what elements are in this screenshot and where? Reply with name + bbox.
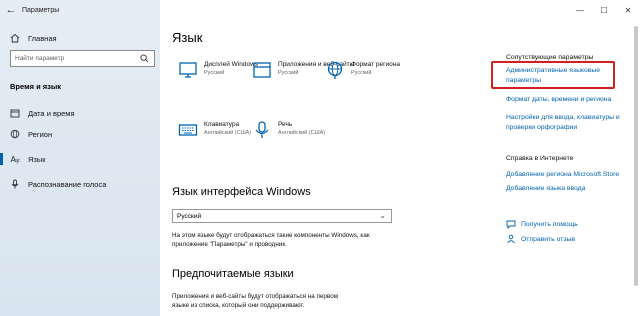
link-line: параметры [506,77,542,84]
microphone-icon [10,179,20,189]
keyboard-icon [178,124,198,136]
sidebar-section-title: Время и язык [10,82,62,91]
tile-label: Формат региона [351,61,400,68]
sidebar-item-speech[interactable]: Распознавание голоса [0,175,160,193]
date-time-region-format-link[interactable]: Формат даты, времени и региона [506,95,611,105]
feedback-person-icon [506,234,516,244]
send-feedback-link[interactable]: Отправить отзыв [506,234,575,244]
search-icon[interactable] [140,54,149,63]
page-title: Язык [172,30,203,45]
tile-label: Дисплей Windows [204,61,259,68]
search-placeholder: Найти параметр [15,55,65,62]
globe-icon [10,129,20,139]
description-line: На этом языке будут отображаться такие к… [172,232,370,239]
dropdown-value: Русский [177,212,202,220]
tile-value: Английский (США) [278,130,326,136]
tile-speech[interactable]: Речь Английский (США) [252,120,325,140]
sidebar-item-date-time[interactable]: Дата и время [0,104,160,122]
tile-value: Русский [351,70,372,76]
interface-language-dropdown[interactable]: Русский ⌄ [172,209,392,223]
sidebar-item-label: Язык [28,154,46,164]
tile-label: Речь [278,121,293,128]
get-help-label: Получить помощь [521,220,578,228]
window-title: Параметры [22,6,60,14]
sidebar-item-language[interactable]: A字 Язык [0,150,160,168]
online-help-heading: Справка в Интернете [506,155,574,162]
tile-keyboard[interactable]: Клавиатура Английский (США) [178,120,251,140]
back-arrow-icon[interactable]: ← [0,0,22,20]
sidebar-item-region[interactable]: Регион [0,125,160,143]
add-input-language-link[interactable]: Добавление языка ввода [506,184,585,194]
send-feedback-label: Отправить отзыв [521,235,575,243]
sidebar-item-label: Распознавание голоса [28,179,107,189]
tile-label: Клавиатура [204,121,240,128]
link-line: Административные языковые [506,67,601,74]
monitor-icon [179,62,197,78]
sidebar-item-label: Дата и время [28,108,75,118]
language-icon: A字 [10,154,21,164]
app-window-icon [253,62,271,78]
description-line: Приложения и веб-сайты будут отображатьс… [172,293,339,300]
get-help-link[interactable]: Получить помощь [506,219,578,229]
tile-windows-display[interactable]: Дисплей Windows Русский [178,60,258,80]
sidebar-item-label: Регион [28,129,53,139]
calendar-clock-icon [10,108,20,118]
nav-home[interactable]: Главная [10,33,57,43]
tile-regional-format[interactable]: Формат региона Русский [325,60,400,80]
chat-bubble-icon [506,219,516,229]
typing-keyboard-spelling-link[interactable]: Настройки для ввода, клавиатуры и провер… [506,113,620,133]
admin-language-settings-link[interactable]: Административные языковые параметры [506,66,600,86]
microphone-icon [255,121,269,138]
search-input[interactable]: Найти параметр [10,50,155,67]
link-line: проверки орфографии [506,124,578,131]
preferred-languages-description: Приложения и веб-сайты будут отображатьс… [172,292,338,310]
interface-language-description: На этом языке будут отображаться такие к… [172,231,370,249]
svg-text:字: 字 [15,158,20,164]
tile-value: Русский [204,70,225,76]
home-icon [10,33,20,43]
related-settings-heading: Сопутствующие параметры [506,54,594,61]
main-content: Язык Дисплей Windows Русский Приложения … [160,0,640,316]
title-bar: ← Параметры [0,0,160,20]
globe-settings-icon [327,61,343,79]
interface-language-heading: Язык интерфейса Windows [172,186,311,198]
link-line: Настройки для ввода, клавиатуры и [506,114,620,121]
chevron-down-icon: ⌄ [379,211,386,220]
active-indicator [0,153,3,165]
sidebar: ← Параметры Главная Найти параметр Время… [0,0,160,316]
description-line: приложение "Параметры" и проводник. [172,241,287,248]
nav-home-label: Главная [28,33,57,43]
preferred-languages-heading: Предпочитаемые языки [172,268,294,280]
microsoft-store-region-link[interactable]: Добавление региона Microsoft Store [506,170,619,180]
description-line: языке из списка, который они поддерживаю… [172,302,305,309]
tile-value: Английский (США) [204,130,252,136]
scrollbar[interactable] [634,26,638,286]
